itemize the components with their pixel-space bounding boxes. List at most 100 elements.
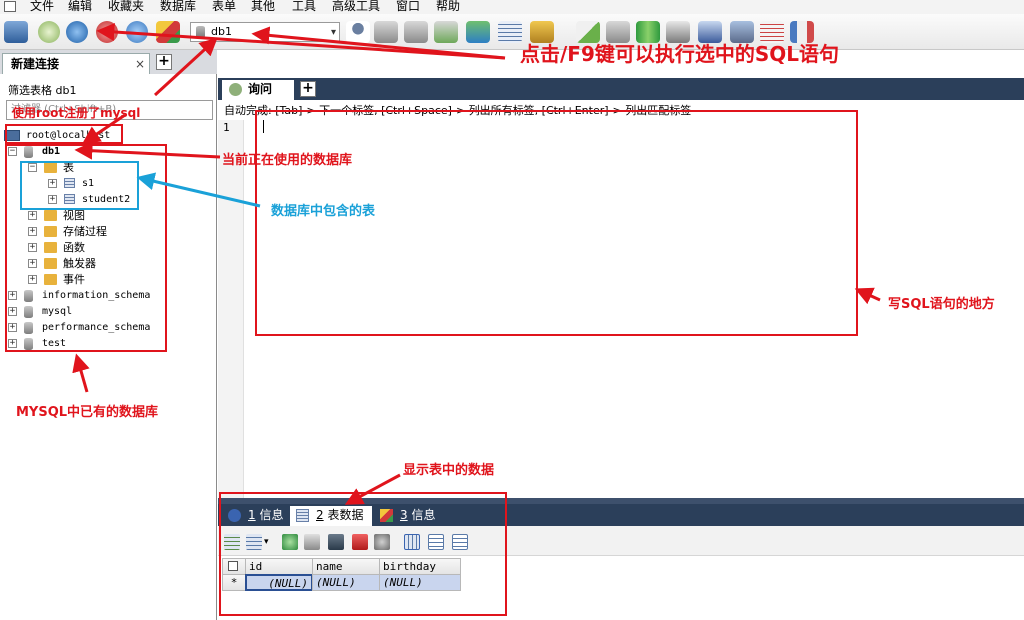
table-icon	[64, 178, 75, 188]
tree-node-label: 函数	[63, 241, 85, 254]
folder-icon	[44, 162, 57, 173]
save-icon[interactable]	[328, 534, 344, 550]
expand-icon[interactable]: +	[28, 211, 37, 220]
app-menu-icon[interactable]	[4, 1, 16, 12]
trash-icon[interactable]	[352, 534, 368, 550]
create-db-icon[interactable]	[374, 21, 398, 43]
tree-node-folder[interactable]: + 事件	[28, 272, 205, 287]
execute-query-icon[interactable]	[66, 21, 88, 43]
tree-node-db[interactable]: + mysql	[8, 304, 205, 319]
chevron-down-icon[interactable]: ▾	[331, 24, 336, 42]
table-data-icon	[296, 509, 309, 522]
expand-icon[interactable]: +	[48, 179, 57, 188]
database-selector[interactable]: db1 ▾	[190, 22, 340, 42]
query-tabs: 询问 +	[218, 78, 1024, 100]
menu-favorites[interactable]: 收藏夹	[108, 0, 144, 13]
tree-node-db[interactable]: + performance_schema	[8, 320, 205, 335]
user-icon[interactable]	[346, 21, 370, 43]
table-icon	[64, 194, 75, 204]
expand-icon[interactable]: +	[48, 195, 57, 204]
menu-file[interactable]: 文件	[30, 0, 54, 13]
chevron-down-icon[interactable]: ▾	[264, 534, 274, 550]
expand-icon[interactable]: +	[8, 307, 17, 316]
tab-info-1[interactable]: 1 信息	[222, 506, 288, 526]
object-browser: 筛选表格 db1 过滤器 (Ctrl+Shift+B) root@localho…	[0, 74, 217, 620]
tree-node-db[interactable]: + information_schema	[8, 288, 205, 303]
tree-node-folder[interactable]: + 函数	[28, 240, 205, 255]
select-all-checkbox[interactable]	[222, 558, 246, 575]
tree-node-folder[interactable]: + 存储过程	[28, 224, 205, 239]
cancel-icon[interactable]	[374, 534, 390, 550]
folder-icon	[44, 258, 57, 269]
tab-query[interactable]: 询问	[222, 80, 294, 100]
tree-node-db[interactable]: + test	[8, 336, 205, 351]
tree-node-table[interactable]: + student2	[48, 192, 205, 207]
copy-db-icon[interactable]	[466, 21, 490, 43]
tree-node-folder[interactable]: − 表	[28, 160, 205, 175]
cell-id[interactable]: (NULL)	[245, 574, 313, 591]
refresh-icon[interactable]	[126, 21, 148, 43]
menu-help[interactable]: 帮助	[436, 0, 460, 13]
collapse-icon[interactable]: −	[28, 163, 37, 172]
expand-icon[interactable]: +	[28, 227, 37, 236]
tab-new-connection[interactable]: 新建连接 ×	[2, 53, 150, 74]
expand-icon[interactable]: +	[28, 243, 37, 252]
tree-node-table[interactable]: + s1	[48, 176, 205, 191]
shapes-icon[interactable]	[156, 21, 180, 43]
form-view-icon[interactable]	[428, 534, 444, 550]
tree-node-folder[interactable]: + 触发器	[28, 256, 205, 271]
menu-edit[interactable]: 编辑	[68, 0, 92, 13]
tab-label: 表数据	[327, 508, 364, 522]
stop-icon[interactable]	[96, 21, 118, 43]
database-icon	[24, 306, 33, 318]
add-query-tab-button[interactable]: +	[300, 81, 316, 97]
folder-icon	[44, 274, 57, 285]
tree-node-label: 事件	[63, 273, 85, 286]
tree-node-db[interactable]: − db1	[8, 144, 205, 159]
expand-icon[interactable]: +	[8, 323, 17, 332]
column-header-name[interactable]: name	[312, 558, 380, 575]
annotation-existing-dbs: MYSQL中已有的数据库	[16, 405, 159, 420]
tree-node-label: 视图	[63, 209, 85, 222]
menu-database[interactable]: 数据库	[160, 0, 196, 13]
tree-node-folder[interactable]: + 视图	[28, 208, 205, 223]
server-icon	[4, 130, 20, 141]
tree-node-label: test	[42, 338, 67, 349]
result-grid: id name birthday * (NULL) (NULL) (NULL)	[218, 556, 1024, 620]
add-connection-tab-button[interactable]: +	[156, 54, 172, 70]
server-node[interactable]: root@localhost	[4, 128, 124, 143]
collapse-icon[interactable]: −	[8, 147, 17, 156]
connect-icon[interactable]	[4, 21, 28, 43]
export-db-icon[interactable]	[434, 21, 458, 43]
menu-other[interactable]: 其他	[251, 0, 275, 13]
cell-birthday[interactable]: (NULL)	[379, 574, 461, 591]
export-icon[interactable]	[246, 534, 262, 550]
import-db-icon[interactable]	[404, 21, 428, 43]
menu-tools[interactable]: 工具	[292, 0, 316, 13]
expand-icon[interactable]: +	[28, 275, 37, 284]
add-icon[interactable]	[282, 534, 298, 550]
duplicate-icon[interactable]	[304, 534, 320, 550]
expand-icon[interactable]: +	[8, 291, 17, 300]
menu-advanced-tools[interactable]: 高级工具	[332, 0, 380, 13]
menu-window[interactable]: 窗口	[396, 0, 420, 13]
grid-view-icon[interactable]	[404, 534, 420, 550]
new-row-marker: *	[222, 574, 246, 591]
close-icon[interactable]: ×	[135, 54, 145, 74]
annotation-root-login: 使用root注册了mysql	[12, 106, 141, 120]
info-icon	[228, 509, 241, 522]
tab-info-3[interactable]: 3 信息	[374, 506, 440, 526]
expand-icon[interactable]: +	[28, 259, 37, 268]
expand-icon[interactable]: +	[8, 339, 17, 348]
connection-tabs: 新建连接 × +	[0, 50, 217, 74]
schema-sync-icon[interactable]	[498, 21, 522, 43]
column-header-id[interactable]: id	[245, 558, 313, 575]
cell-name[interactable]: (NULL)	[312, 574, 380, 591]
tab-table-data[interactable]: 2 表数据	[290, 506, 372, 526]
database-icon	[24, 322, 33, 334]
text-view-icon[interactable]	[452, 534, 468, 550]
insert-row-icon[interactable]	[224, 534, 240, 550]
menu-table[interactable]: 表单	[212, 0, 236, 13]
column-header-birthday[interactable]: birthday	[379, 558, 461, 575]
new-connection-icon[interactable]	[38, 21, 60, 43]
